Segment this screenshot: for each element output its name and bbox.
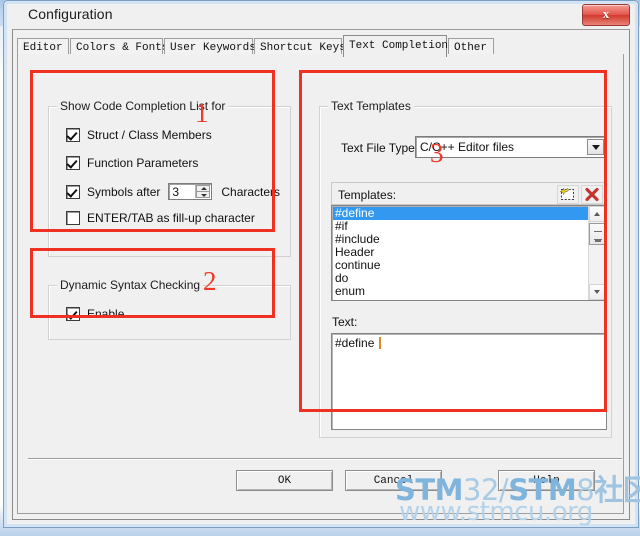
group-text-templates: Text Templates Text File Types: C/C++ Ed… [319, 99, 612, 438]
ok-button[interactable]: OK [236, 470, 333, 491]
delete-template-icon[interactable] [581, 185, 603, 204]
template-text-input[interactable]: #define [331, 333, 607, 430]
group-dynamic-syntax-label: Dynamic Syntax Checking [57, 278, 204, 292]
checkbox-function-parameters-box[interactable] [66, 156, 80, 170]
checkbox-syntax-enable-label: Enable [87, 307, 125, 321]
checkbox-function-parameters[interactable]: Function Parameters [66, 156, 198, 170]
text-file-types-label: Text File Types: [341, 141, 425, 155]
cancel-button[interactable]: Cancel [345, 470, 442, 491]
list-item[interactable]: do [333, 272, 589, 285]
template-text-label: Text: [332, 315, 358, 329]
checkbox-enter-tab-fillup-box[interactable] [66, 211, 80, 225]
configuration-dialog: Configuration x Editor Colors & Fonts Us… [3, 0, 639, 528]
help-button[interactable]: Help [498, 470, 595, 491]
dialog-client-area: Editor Colors & Fonts User Keywords Shor… [12, 29, 630, 520]
text-file-types-select[interactable]: C/C++ Editor files [415, 136, 607, 158]
scroll-up-icon[interactable] [589, 206, 605, 222]
checkbox-symbols-after-label: Symbols after [87, 184, 161, 199]
group-code-completion-label: Show Code Completion List for [57, 99, 229, 113]
list-item[interactable]: #define [333, 207, 589, 220]
checkbox-enter-tab-fillup-label: ENTER/TAB as fill-up character [87, 211, 255, 225]
text-caret [378, 337, 381, 349]
checkbox-struct-class-members[interactable]: Struct / Class Members [66, 128, 212, 142]
checkbox-enter-tab-fillup[interactable]: ENTER/TAB as fill-up character [66, 211, 255, 225]
symbols-characters-label: Characters [221, 184, 281, 199]
new-template-glyph [559, 187, 574, 200]
checkbox-syntax-enable-box[interactable] [66, 307, 80, 321]
stepper-buttons[interactable] [195, 185, 211, 198]
template-text-value: #define [335, 336, 378, 350]
footer-separator [28, 458, 622, 460]
symbols-count-value: 3 [172, 185, 180, 199]
close-button[interactable]: x [582, 4, 630, 26]
checkbox-syntax-enable[interactable]: Enable [66, 307, 124, 321]
text-file-types-value: C/C++ Editor files [420, 140, 515, 154]
checkbox-struct-class-members-label: Struct / Class Members [87, 128, 212, 142]
checkbox-struct-class-members-box[interactable] [66, 128, 80, 142]
templates-scrollbar[interactable] [588, 206, 606, 300]
checkbox-function-parameters-label: Function Parameters [87, 156, 199, 170]
tab-page-text-completion: Show Code Completion List for Struct / C… [17, 54, 624, 514]
group-dynamic-syntax-checking: Dynamic Syntax Checking Enable [48, 278, 291, 340]
templates-toolbar: Templates: [331, 182, 607, 205]
symbols-count-stepper[interactable]: 3 [168, 183, 213, 200]
templates-label: Templates: [338, 188, 397, 202]
template-text-value-row: #define [335, 336, 381, 350]
templates-list-items: #define #if #include Header continue do … [333, 207, 589, 299]
checkbox-symbols-after[interactable]: Symbols after 3 Characters [66, 183, 280, 200]
tab-strip: Editor Colors & Fonts User Keywords Shor… [17, 35, 617, 57]
delete-template-glyph [585, 187, 599, 202]
new-template-icon[interactable] [557, 185, 579, 204]
stepper-down-icon[interactable] [196, 191, 211, 198]
chevron-down-icon[interactable] [587, 139, 604, 155]
list-item[interactable]: continue [333, 259, 589, 272]
templates-listbox[interactable]: #define #if #include Header continue do … [331, 205, 607, 301]
scrollbar-thumb[interactable] [589, 223, 605, 245]
list-item[interactable]: enum [333, 285, 589, 298]
scroll-down-icon[interactable] [589, 284, 605, 300]
screenshot-root: Configuration x Editor Colors & Fonts Us… [0, 0, 640, 536]
title-bar[interactable]: Configuration x [8, 3, 634, 27]
checkbox-symbols-after-box[interactable] [66, 184, 80, 199]
group-code-completion: Show Code Completion List for Struct / C… [48, 99, 291, 257]
close-icon: x [602, 6, 610, 21]
group-text-templates-label: Text Templates [328, 99, 414, 113]
window-title: Configuration [28, 6, 113, 22]
tab-text-completion[interactable]: Text Completion [343, 35, 448, 57]
